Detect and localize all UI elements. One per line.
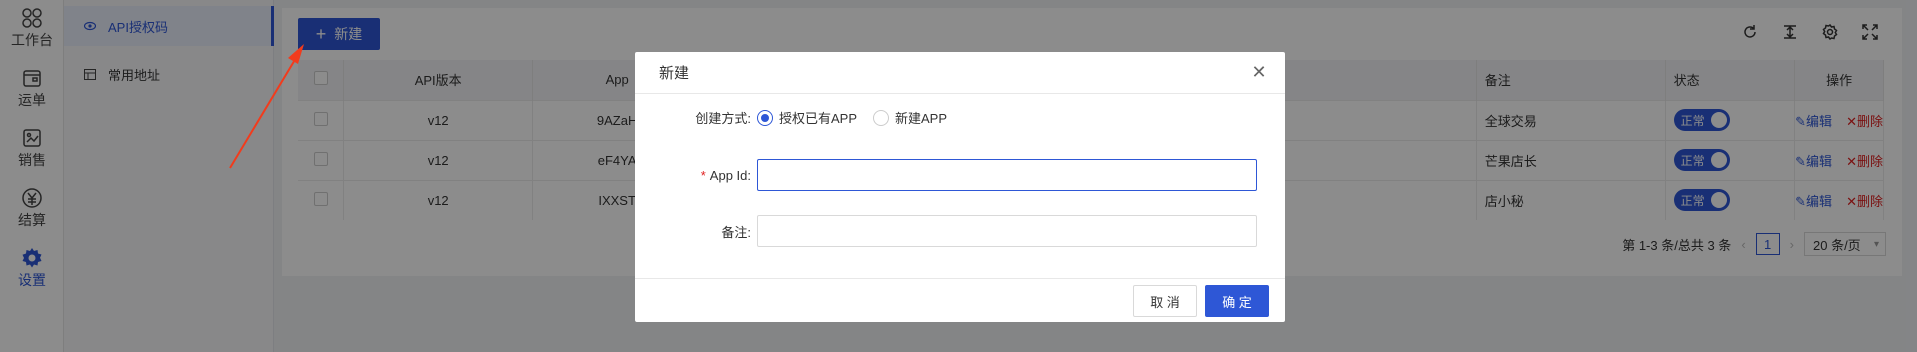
confirm-button[interactable]: 确 定: [1205, 285, 1269, 317]
app-id-row: * App Id:: [635, 159, 1257, 191]
required-marker: *: [700, 167, 706, 183]
cancel-button[interactable]: 取 消: [1133, 285, 1197, 317]
radio-label: 授权已有APP: [779, 111, 858, 126]
radio-new-app[interactable]: 新建APP: [873, 108, 947, 127]
radio-dot: [873, 109, 890, 126]
radio-label: 新建APP: [895, 111, 948, 126]
app-id-input[interactable]: [757, 159, 1257, 191]
radio-existing-app[interactable]: 授权已有APP: [757, 108, 857, 127]
remark-input[interactable]: [757, 215, 1257, 247]
create-mode-row: 创建方式: 授权已有APP 新建APP: [635, 108, 963, 127]
radio-dot: [757, 109, 773, 126]
new-modal: 新建 ✕ 创建方式: 授权已有APP 新建APP * App Id: 备注: 取 …: [635, 52, 1285, 322]
app-id-label-text: App Id:: [709, 167, 751, 183]
close-icon[interactable]: ✕: [1249, 62, 1269, 82]
modal-footer: 取 消 确 定: [635, 278, 1285, 322]
create-mode-label: 创建方式:: [695, 111, 751, 126]
modal-title: 新建: [659, 65, 690, 82]
app-id-label: * App Id:: [635, 168, 757, 183]
modal-header: 新建: [635, 52, 1285, 94]
remark-label: 备注:: [721, 224, 751, 240]
remark-row: 备注:: [635, 215, 1257, 247]
